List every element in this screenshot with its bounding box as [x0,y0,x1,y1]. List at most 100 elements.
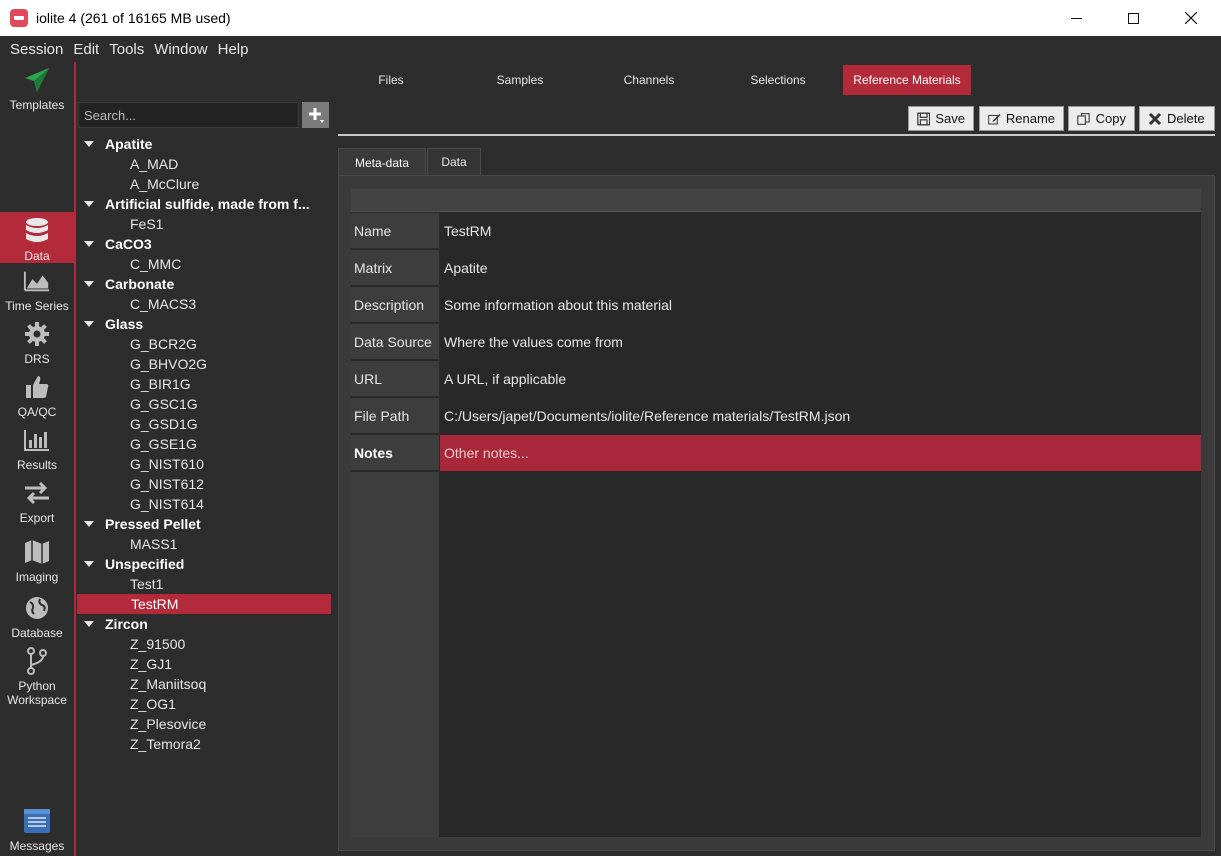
tab-reference-materials[interactable]: Reference Materials [843,65,971,95]
nav-templates[interactable]: Templates [0,64,74,124]
tree-item-test1[interactable]: Test1 [76,574,332,594]
nav-python-workspace-label: Python Workspace [7,679,67,707]
tree-group-label: Unspecified [105,556,185,572]
tree-item-g-gse1g[interactable]: G_GSE1G [76,434,332,454]
metadata-label: Data Source [351,324,439,360]
tree-item-z-plesovice[interactable]: Z_Plesovice [76,714,332,734]
rename-button[interactable]: Rename [979,106,1064,131]
tree-group-zircon[interactable]: Zircon [76,614,332,634]
metadata-value[interactable]: Some information about this material [439,287,1201,323]
metadata-value[interactable]: C:/Users/japet/Documents/iolite/Referenc… [439,398,1201,434]
tree-item-testrm[interactable]: TestRM [77,594,331,614]
maximize-button[interactable] [1104,0,1162,36]
tab-samples[interactable]: Samples [455,65,585,95]
tree-item-g-nist612[interactable]: G_NIST612 [76,474,332,494]
metadata-row-name[interactable]: Name TestRM [351,213,1201,250]
maximize-icon [1127,12,1139,24]
tree-item-z-91500[interactable]: Z_91500 [76,634,332,654]
menu-session[interactable]: Session [0,41,68,58]
nav-export-label: Export [19,511,55,525]
metadata-value[interactable]: Where the values come from [439,324,1201,360]
copy-button[interactable]: Copy [1068,106,1135,131]
nav-database-label: Database [11,626,63,640]
save-button[interactable]: Save [908,106,974,131]
tree-item-c-macs3[interactable]: C_MACS3 [76,294,332,314]
nav-time-series-label: Time Series [5,299,69,313]
nav-imaging[interactable]: Imaging [0,538,74,592]
menu-help[interactable]: Help [213,41,254,58]
menu-bar: Session Edit Tools Window Help [0,36,1221,62]
close-button[interactable] [1162,0,1220,36]
nav-messages[interactable]: Messages [0,807,74,855]
tree-item-g-bhvo2g[interactable]: G_BHVO2G [76,354,332,374]
metadata-table-header [351,189,1201,212]
tab-data[interactable]: Data [427,148,481,176]
nav-messages-label: Messages [9,839,65,853]
tree-item-g-nist614[interactable]: G_NIST614 [76,494,332,514]
metadata-row-description[interactable]: Description Some information about this … [351,287,1201,324]
nav-time-series[interactable]: Time Series [0,267,74,317]
nav-python-workspace[interactable]: Python Workspace [0,647,74,707]
copy-label: Copy [1095,111,1126,126]
metadata-row-matrix[interactable]: Matrix Apatite [351,250,1201,287]
minimize-button[interactable] [1047,0,1105,36]
metadata-row-data-source[interactable]: Data Source Where the values come from [351,324,1201,361]
tree-item-g-bcr2g[interactable]: G_BCR2G [76,334,332,354]
nav-database[interactable]: Database [0,594,74,644]
tree-item-g-gsd1g[interactable]: G_GSD1G [76,414,332,434]
tree-item-z-gj1[interactable]: Z_GJ1 [76,654,332,674]
nav-export[interactable]: Export [0,479,74,529]
caret-down-icon [84,321,94,327]
search-input[interactable] [78,102,299,128]
nav-data[interactable]: Data [0,212,74,263]
tree-group-pressed-pellet[interactable]: Pressed Pellet [76,514,332,534]
tree-group-carbonate[interactable]: Carbonate [76,274,332,294]
add-material-button[interactable] [302,102,329,128]
tree-item-z-temora2[interactable]: Z_Temora2 [76,734,332,754]
tree-item-g-bir1g[interactable]: G_BIR1G [76,374,332,394]
tree-item-z-maniitsoq[interactable]: Z_Maniitsoq [76,674,332,694]
tab-selections[interactable]: Selections [713,65,843,95]
metadata-value[interactable]: A URL, if applicable [439,361,1201,397]
tab-channels[interactable]: Channels [584,65,714,95]
tree-item-mass1[interactable]: MASS1 [76,534,332,554]
menu-tools[interactable]: Tools [104,41,149,58]
caret-down-icon [84,201,94,207]
menu-edit[interactable]: Edit [68,41,104,58]
caret-down-icon [84,561,94,567]
nav-results[interactable]: Results [0,426,74,476]
tree-item-g-nist610[interactable]: G_NIST610 [76,454,332,474]
tree-group-unspecified[interactable]: Unspecified [76,554,332,574]
metadata-row-url[interactable]: URL A URL, if applicable [351,361,1201,398]
nav-imaging-label: Imaging [15,570,59,584]
rename-label: Rename [1005,111,1055,126]
nav-qaqc[interactable]: QA/QC [0,373,74,423]
tree-group-apatite[interactable]: Apatite [76,134,332,154]
metadata-value[interactable]: TestRM [439,213,1201,249]
bar-chart-icon [23,426,51,454]
thumbs-up-icon [23,373,51,401]
metadata-label: Matrix [351,250,439,286]
app-logo-icon [10,9,28,27]
menu-window[interactable]: Window [149,41,212,58]
metadata-value[interactable]: Other notes... [439,435,1201,471]
tree-item-c-mmc[interactable]: C_MMC [76,254,332,274]
tab-files[interactable]: Files [326,65,456,95]
tab-meta-data[interactable]: Meta-data [338,148,426,176]
delete-button[interactable]: Delete [1139,106,1215,131]
metadata-value[interactable]: Apatite [439,250,1201,286]
tree-item-g-gsc1g[interactable]: G_GSC1G [76,394,332,414]
reference-material-tree: Apatite A_MAD A_McClure Artificial sulfi… [76,134,332,856]
tree-item-a-mcclure[interactable]: A_McClure [76,174,332,194]
metadata-row-file-path[interactable]: File Path C:/Users/japet/Documents/iolit… [351,398,1201,435]
tree-item-z-og1[interactable]: Z_OG1 [76,694,332,714]
tree-group-glass[interactable]: Glass [76,314,332,334]
metadata-row-notes[interactable]: Notes Other notes... [351,435,1201,472]
tree-group-artificial-sulfide[interactable]: Artificial sulfide, made from f... [76,194,332,214]
panel-splitter[interactable] [332,100,336,856]
tree-item-fes1[interactable]: FeS1 [76,214,332,234]
save-label: Save [935,111,965,126]
tree-item-a-mad[interactable]: A_MAD [76,154,332,174]
nav-drs[interactable]: DRS [0,320,74,370]
tree-group-caco3[interactable]: CaCO3 [76,234,332,254]
